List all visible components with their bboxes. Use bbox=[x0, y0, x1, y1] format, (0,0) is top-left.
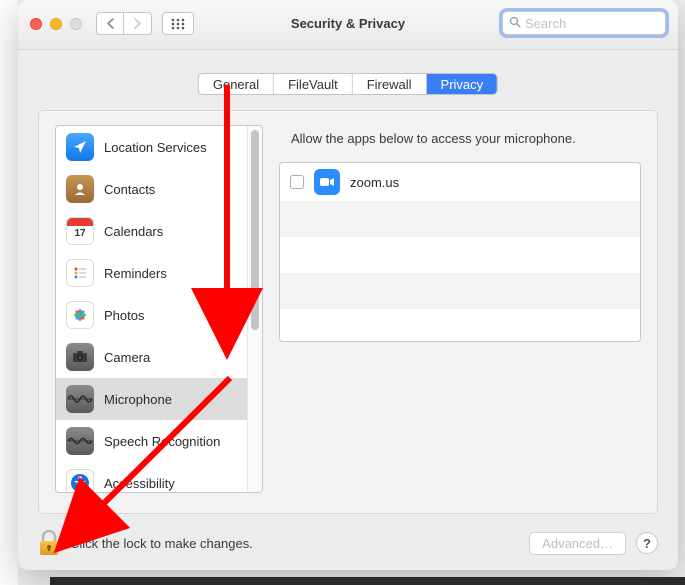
tab-general[interactable]: General bbox=[199, 74, 274, 94]
category-contacts[interactable]: Contacts bbox=[56, 168, 262, 210]
photos-icon bbox=[66, 301, 94, 329]
camera-icon bbox=[66, 343, 94, 371]
privacy-panel: Location Services Contacts 17 Calend bbox=[38, 110, 658, 514]
category-reminders[interactable]: Reminders bbox=[56, 252, 262, 294]
empty-row bbox=[280, 273, 640, 309]
category-label: Microphone bbox=[104, 392, 172, 407]
scrollbar-thumb[interactable] bbox=[251, 130, 259, 330]
category-calendars[interactable]: 17 Calendars bbox=[56, 210, 262, 252]
pane-heading: Allow the apps below to access your micr… bbox=[291, 131, 641, 146]
app-list: zoom.us bbox=[279, 162, 641, 342]
accessibility-icon bbox=[66, 469, 94, 492]
search-icon bbox=[509, 16, 521, 31]
search-field-wrap[interactable] bbox=[502, 11, 666, 35]
app-label: zoom.us bbox=[350, 175, 399, 190]
category-label: Camera bbox=[104, 350, 150, 365]
search-input[interactable] bbox=[525, 16, 678, 31]
empty-row bbox=[280, 201, 640, 237]
microphone-icon bbox=[66, 385, 94, 413]
lock-text: Click the lock to make changes. bbox=[70, 536, 519, 551]
tab-firewall[interactable]: Firewall bbox=[353, 74, 427, 94]
category-label: Photos bbox=[104, 308, 144, 323]
category-camera[interactable]: Camera bbox=[56, 336, 262, 378]
app-checkbox[interactable] bbox=[290, 175, 304, 189]
cropped-background bbox=[0, 0, 18, 585]
calendar-icon: 17 bbox=[66, 217, 94, 245]
zoom-icon bbox=[314, 169, 340, 195]
advanced-button[interactable]: Advanced… bbox=[529, 532, 626, 555]
lock-icon[interactable] bbox=[38, 530, 60, 556]
scrollbar-track[interactable] bbox=[247, 126, 262, 492]
category-photos[interactable]: Photos bbox=[56, 294, 262, 336]
tab-privacy[interactable]: Privacy bbox=[427, 74, 498, 94]
category-label: Calendars bbox=[104, 224, 163, 239]
speech-icon bbox=[66, 427, 94, 455]
category-label: Accessibility bbox=[104, 476, 175, 491]
contacts-icon bbox=[66, 175, 94, 203]
category-label: Speech Recognition bbox=[104, 434, 220, 449]
category-label: Location Services bbox=[104, 140, 207, 155]
footer: Click the lock to make changes. Advanced… bbox=[38, 530, 658, 556]
preferences-window: Security & Privacy General FileVault Fir… bbox=[18, 0, 678, 570]
category-accessibility[interactable]: Accessibility bbox=[56, 462, 262, 492]
tab-filevault[interactable]: FileVault bbox=[274, 74, 353, 94]
tab-bar: General FileVault Firewall Privacy bbox=[198, 73, 498, 95]
app-row-zoom[interactable]: zoom.us bbox=[280, 163, 640, 201]
reminders-icon bbox=[66, 259, 94, 287]
category-label: Contacts bbox=[104, 182, 155, 197]
category-label: Reminders bbox=[104, 266, 167, 281]
category-speech-recognition[interactable]: Speech Recognition bbox=[56, 420, 262, 462]
cropped-bottom-bar bbox=[50, 577, 685, 585]
empty-row bbox=[280, 309, 640, 342]
empty-row bbox=[280, 237, 640, 273]
privacy-category-list: Location Services Contacts 17 Calend bbox=[55, 125, 263, 493]
category-microphone[interactable]: Microphone bbox=[56, 378, 262, 420]
titlebar: Security & Privacy bbox=[18, 0, 678, 50]
app-access-pane: Allow the apps below to access your micr… bbox=[279, 125, 641, 499]
location-icon bbox=[66, 133, 94, 161]
help-button[interactable]: ? bbox=[636, 532, 658, 554]
body-area: General FileVault Firewall Privacy Locat… bbox=[18, 50, 678, 570]
category-location-services[interactable]: Location Services bbox=[56, 126, 262, 168]
